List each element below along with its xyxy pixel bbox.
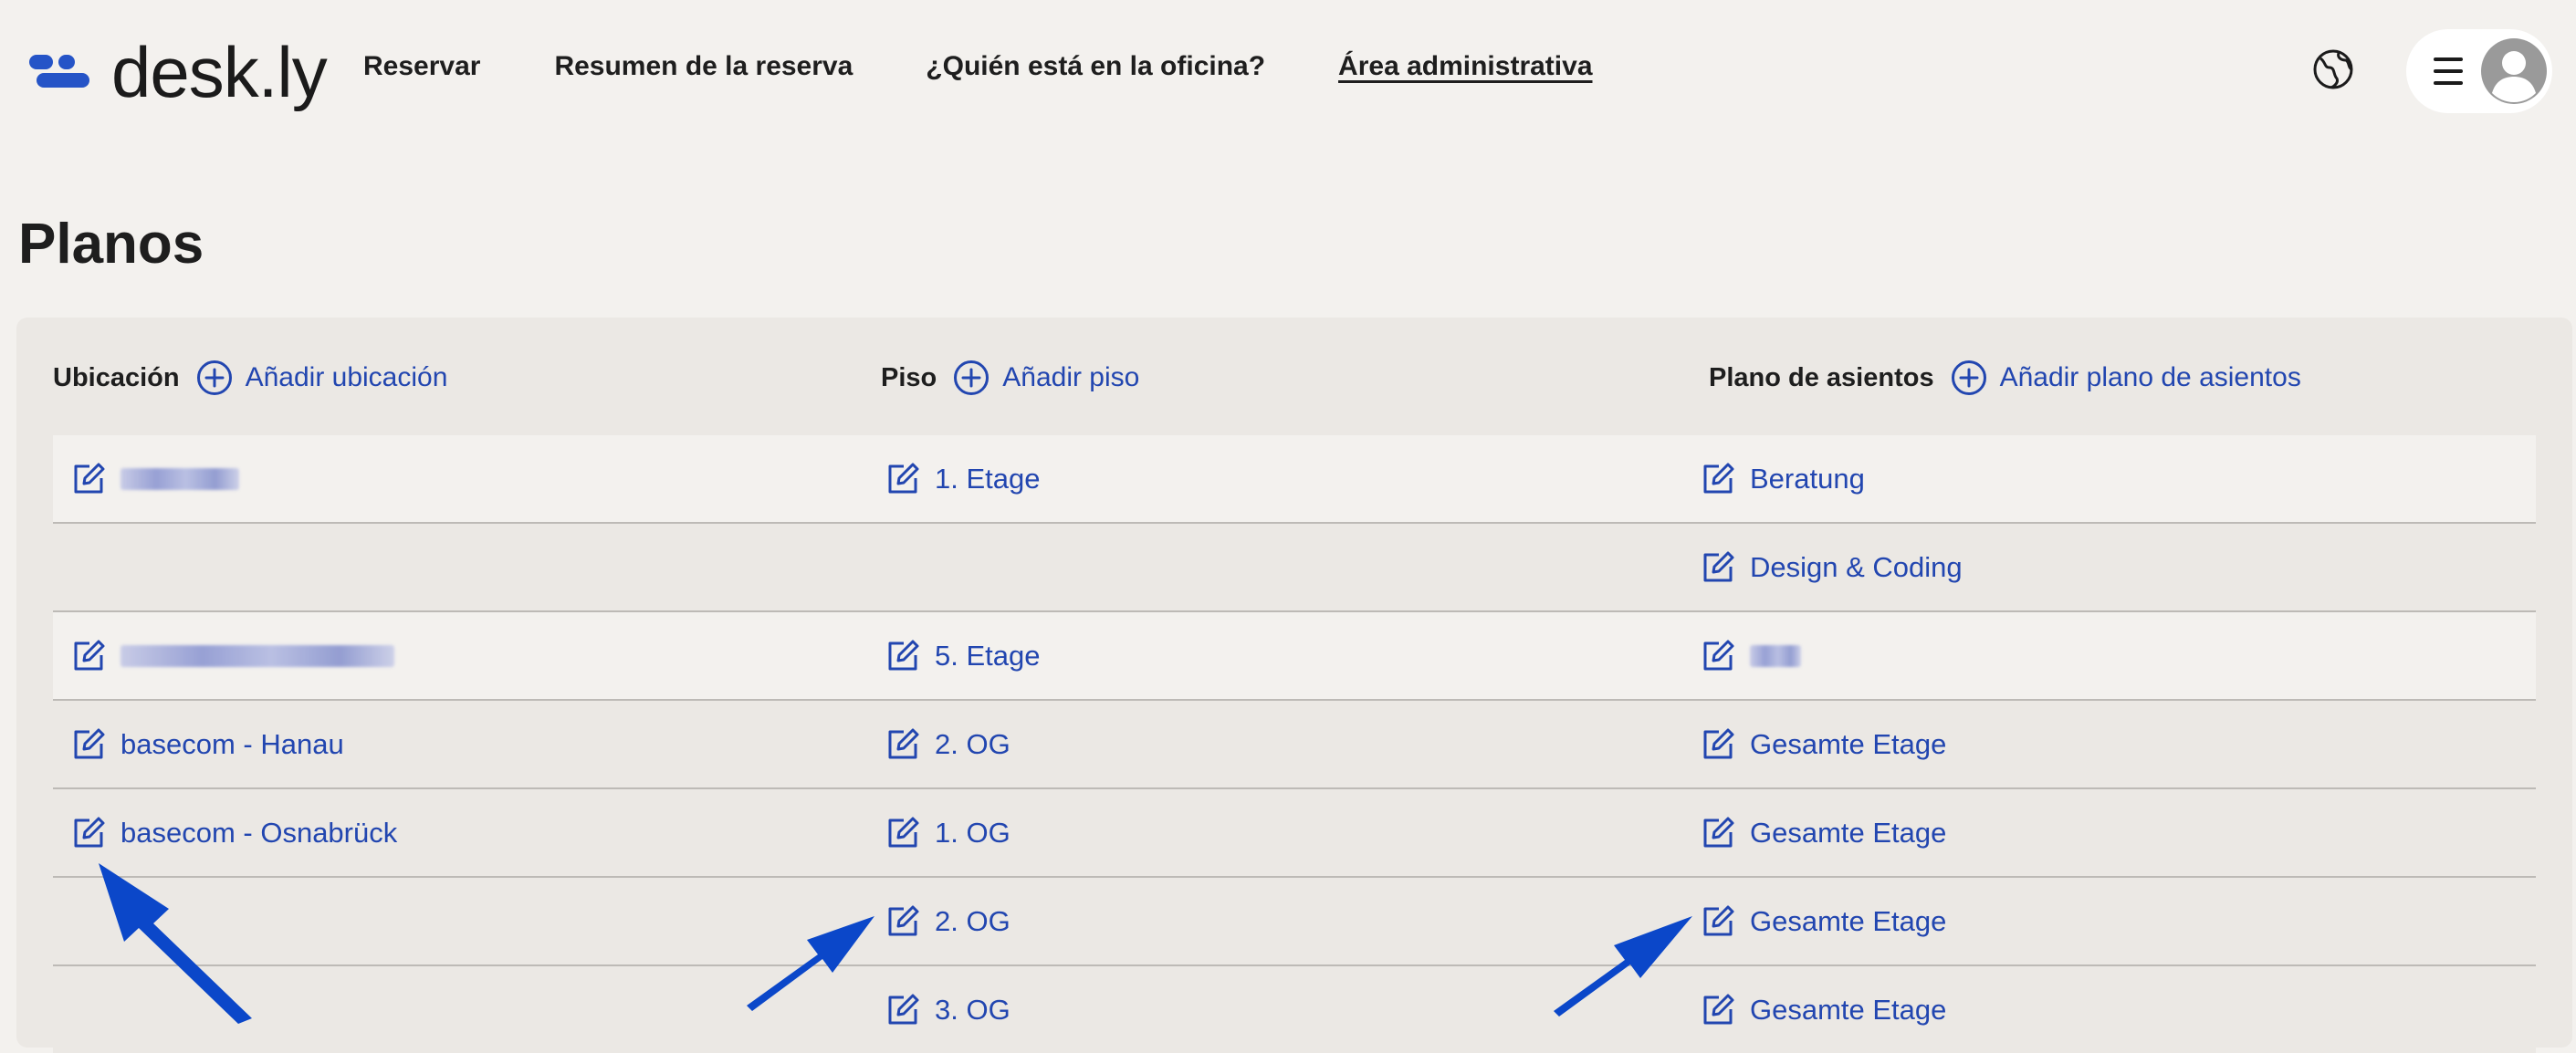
- edit-icon: [74, 728, 105, 758]
- floor-cell[interactable]: 1. Etage: [884, 435, 1040, 522]
- nav-resumen-reserva[interactable]: Resumen de la reserva: [554, 51, 853, 82]
- seating-plan-cell[interactable]: Design & Coding: [1699, 524, 1963, 610]
- edit-icon: [888, 994, 919, 1024]
- page-title: Planos: [18, 213, 204, 276]
- column-header-location: Ubicación Añadir ubicación: [53, 358, 447, 398]
- logo-mark-icon: [29, 49, 99, 95]
- redacted-seating-plan-name: [1750, 644, 1801, 667]
- edit-icon: [888, 905, 919, 935]
- floor-cell[interactable]: 3. OG: [884, 966, 1011, 1053]
- seating-plan-cell[interactable]: Gesamte Etage: [1699, 789, 1946, 876]
- location-cell[interactable]: basecom - Osnabrück: [69, 789, 397, 876]
- location-cell[interactable]: [69, 612, 394, 699]
- floor-cell[interactable]: 1. OG: [884, 789, 1011, 876]
- add-floor-button[interactable]: Añadir piso: [953, 360, 1139, 396]
- table-row: 3. OG Gesamte Etage: [53, 966, 2536, 1053]
- globe-icon[interactable]: [2311, 47, 2355, 91]
- table-row: 2. OG Gesamte Etage: [53, 878, 2536, 966]
- deskly-logo[interactable]: desk.ly: [29, 31, 328, 113]
- seating-plan-name: Gesamte Etage: [1750, 993, 1947, 1026]
- table-row: Design & Coding: [53, 524, 2536, 612]
- redacted-location-name: [120, 467, 239, 490]
- add-floor-label: Añadir piso: [1002, 362, 1140, 392]
- edit-icon: [1703, 994, 1734, 1024]
- edit-icon: [1703, 551, 1734, 581]
- floor-cell[interactable]: 2. OG: [884, 878, 1011, 964]
- table-row: 1. Etage Beratung: [53, 435, 2536, 524]
- floor-name: 5. Etage: [935, 639, 1041, 672]
- seating-plan-cell[interactable]: Gesamte Etage: [1699, 701, 1946, 787]
- edit-icon: [888, 640, 919, 670]
- plus-circle-icon: [1951, 360, 1986, 395]
- edit-icon: [74, 817, 105, 847]
- floor-name: 2. OG: [935, 727, 1011, 760]
- user-menu-button[interactable]: [2406, 29, 2552, 113]
- edit-icon: [888, 463, 919, 493]
- seating-plan-cell[interactable]: Gesamte Etage: [1699, 966, 1946, 1053]
- nav-reservar[interactable]: Reservar: [363, 51, 480, 82]
- seating-plan-name: Design & Coding: [1750, 550, 1963, 583]
- nav-quien-en-oficina[interactable]: ¿Quién está en la oficina?: [926, 51, 1265, 82]
- location-cell[interactable]: [69, 435, 239, 522]
- edit-icon: [74, 463, 105, 493]
- plus-circle-icon: [196, 360, 232, 395]
- table-row: 5. Etage: [53, 612, 2536, 701]
- floor-name: 1. OG: [935, 816, 1011, 849]
- hamburger-icon: [2434, 57, 2463, 85]
- seating-column-label: Plano de asientos: [1709, 362, 1934, 392]
- location-name: basecom - Hanau: [120, 727, 344, 760]
- floor-name: 1. Etage: [935, 462, 1041, 495]
- seating-plan-name: Gesamte Etage: [1750, 727, 1947, 760]
- add-location-label: Añadir ubicación: [245, 362, 448, 392]
- redacted-location-name: [120, 644, 394, 667]
- table-row: basecom - Osnabrück 1. OG Gesamte Etage: [53, 789, 2536, 878]
- avatar-icon: [2481, 38, 2547, 104]
- main-nav: Reservar Resumen de la reserva ¿Quién es…: [363, 51, 1593, 82]
- nav-area-administrativa[interactable]: Área administrativa: [1338, 51, 1592, 82]
- location-cell[interactable]: basecom - Hanau: [69, 701, 344, 787]
- edit-icon: [1703, 640, 1734, 670]
- edit-icon: [1703, 817, 1734, 847]
- add-seating-plan-button[interactable]: Añadir plano de asientos: [1951, 360, 2301, 396]
- floor-name: 2. OG: [935, 904, 1011, 937]
- column-header-seating: Plano de asientos Añadir plano de asient…: [1709, 358, 2301, 398]
- column-header-floor: Piso Añadir piso: [881, 358, 1139, 398]
- edit-icon: [1703, 463, 1734, 493]
- edit-icon: [74, 640, 105, 670]
- seating-plan-cell[interactable]: Beratung: [1699, 435, 1865, 522]
- floor-plans-table: 1. Etage Beratung Design & Coding 5. Eta…: [53, 435, 2536, 1053]
- edit-icon: [888, 817, 919, 847]
- floor-cell[interactable]: 5. Etage: [884, 612, 1040, 699]
- edit-icon: [1703, 905, 1734, 935]
- add-seating-plan-label: Añadir plano de asientos: [1999, 362, 2301, 392]
- seating-plan-name: Gesamte Etage: [1750, 904, 1947, 937]
- seating-plan-name: Gesamte Etage: [1750, 816, 1947, 849]
- floor-cell[interactable]: 2. OG: [884, 701, 1011, 787]
- seating-plan-name: Beratung: [1750, 462, 1865, 495]
- table-row: basecom - Hanau 2. OG Gesamte Etage: [53, 701, 2536, 789]
- top-header: desk.ly Reservar Resumen de la reserva ¿…: [0, 0, 2576, 141]
- seating-plan-cell[interactable]: [1699, 612, 1801, 699]
- logo-text: desk.ly: [111, 32, 328, 112]
- floor-name: 3. OG: [935, 993, 1011, 1026]
- location-name: basecom - Osnabrück: [120, 816, 398, 849]
- seating-plan-cell[interactable]: Gesamte Etage: [1699, 878, 1946, 964]
- add-location-button[interactable]: Añadir ubicación: [196, 360, 448, 396]
- floor-column-label: Piso: [881, 362, 937, 392]
- location-column-label: Ubicación: [53, 362, 180, 392]
- edit-icon: [888, 728, 919, 758]
- plus-circle-icon: [954, 360, 990, 395]
- edit-icon: [1703, 728, 1734, 758]
